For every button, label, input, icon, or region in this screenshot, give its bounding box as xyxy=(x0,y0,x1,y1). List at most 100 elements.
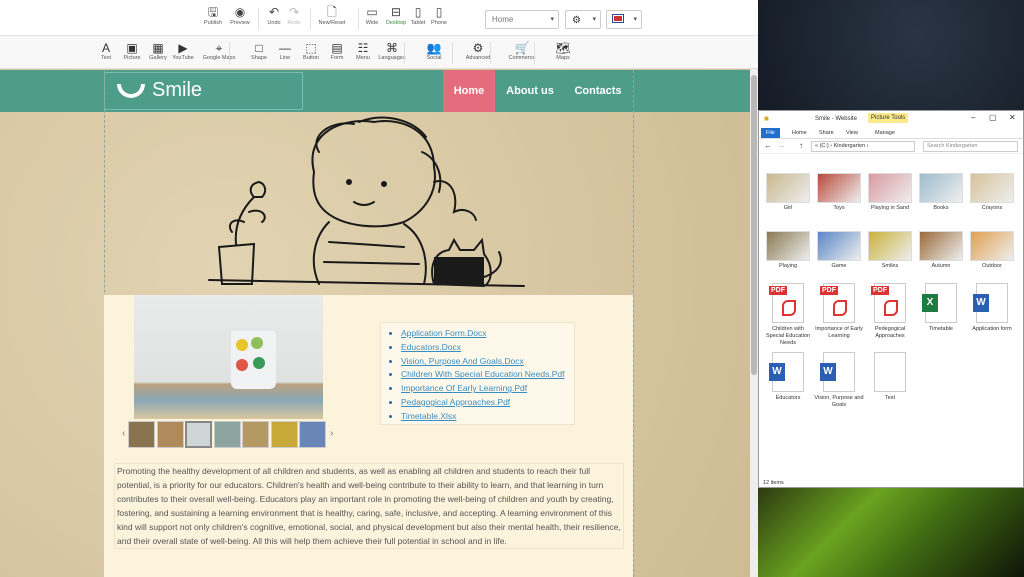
insert-youtube-button[interactable]: ▶ YouTube xyxy=(165,41,201,61)
file-item[interactable]: Crayons xyxy=(967,173,1017,212)
page-select[interactable]: Home ▾ xyxy=(485,10,559,29)
view-phone-button[interactable]: ▯ Phone xyxy=(419,5,459,26)
ribbon-tab-manage[interactable]: Manage xyxy=(870,128,900,138)
youtube-icon: ▶ xyxy=(178,41,188,55)
language-dropdown[interactable]: ▾ xyxy=(606,10,642,29)
image-thumbnail-icon xyxy=(970,173,1014,203)
document-link[interactable]: Educators.Docx xyxy=(401,342,461,352)
document-list-item: Importance Of Early Learning.Pdf xyxy=(401,382,564,396)
ribbon-tab-home[interactable]: Home xyxy=(787,128,812,138)
search-box[interactable]: Search Kindergarten xyxy=(923,141,1018,152)
nav-about-us[interactable]: About us xyxy=(500,70,560,112)
intro-paragraph[interactable]: Promoting the healthy development of all… xyxy=(114,463,624,549)
forward-icon[interactable]: → xyxy=(777,141,785,150)
image-thumbnail-icon xyxy=(868,173,912,203)
insert-label: Languages xyxy=(378,55,406,61)
image-thumbnail-icon xyxy=(766,173,810,203)
new-reset-button[interactable]: 🗋 New/Reset xyxy=(312,5,352,26)
file-item[interactable]: Smiles xyxy=(865,231,915,270)
file-item[interactable]: Books xyxy=(916,173,966,212)
toolbar-divider xyxy=(452,42,453,64)
document-link[interactable]: Timetable.Xlsx xyxy=(401,411,456,421)
up-icon[interactable]: ↑ xyxy=(799,141,803,150)
gallery-thumbnail[interactable] xyxy=(299,421,326,448)
gallery-thumbnail[interactable] xyxy=(185,421,212,448)
file-item[interactable]: Game xyxy=(814,231,864,270)
nav-contacts[interactable]: Contacts xyxy=(568,70,628,112)
file-item[interactable]: PDF Pedegogical Approaches xyxy=(865,283,915,340)
picture-tools-tab[interactable]: Picture Tools xyxy=(868,113,909,123)
document-link[interactable]: Vision, Purpose And Goals.Docx xyxy=(401,356,524,366)
file-item[interactable]: Playing xyxy=(763,231,813,270)
document-link[interactable]: Children With Special Education Needs.Pd… xyxy=(401,369,564,379)
gallery-thumbnail[interactable] xyxy=(270,421,298,448)
insert-google-maps-button[interactable]: ⌖ Google Maps xyxy=(199,41,239,61)
ribbon-tab-share[interactable]: Share xyxy=(814,128,839,138)
insert-label: Form xyxy=(330,55,344,61)
file-item[interactable]: Outdoor xyxy=(967,231,1017,270)
scrollbar-thumb[interactable] xyxy=(751,75,757,375)
gallery-thumbnail[interactable] xyxy=(242,421,269,448)
top-toolbar: 🖫 Publish ◉ Preview ↶ Undo ↷ Redo 🗋 New/Reset… xyxy=(0,0,758,36)
insert-label: Commerce xyxy=(508,55,536,61)
address-bar[interactable]: « (C:) › Kindergarten › xyxy=(811,141,915,152)
toolbar-divider xyxy=(404,42,405,64)
document-list-item: Children With Special Education Needs.Pd… xyxy=(401,368,564,382)
file-label: Toys xyxy=(833,205,845,211)
document-link[interactable]: Pedagogical Approaches.Pdf xyxy=(401,397,510,407)
insert-toolbar: A Text ▣ Picture ▦ Gallery ▶ YouTube ⌖ Google Map… xyxy=(0,36,758,69)
file-label: Playing xyxy=(778,263,798,269)
file-label: Pedegogical Approaches xyxy=(874,326,906,339)
file-label: Smiles xyxy=(881,263,899,269)
file-label: Playing in Sand xyxy=(870,205,910,211)
insert-label: Line xyxy=(279,55,291,61)
file-item[interactable]: W Educators xyxy=(763,352,813,402)
site-logo-text[interactable]: Smile xyxy=(152,79,202,102)
gallery-main-image[interactable] xyxy=(134,295,323,419)
file-item[interactable]: Text xyxy=(865,352,915,402)
ribbon-tab-file[interactable]: File xyxy=(761,128,780,138)
gallery-thumbnail[interactable] xyxy=(128,421,155,448)
word-file-icon: W xyxy=(769,352,804,392)
pdf-file-icon: PDF xyxy=(769,283,804,323)
file-label: Crayons xyxy=(981,205,1003,211)
gallery-thumbnail[interactable] xyxy=(156,421,184,448)
hero-illustration[interactable] xyxy=(104,112,633,295)
close-button[interactable]: ✕ xyxy=(1009,113,1016,122)
word-file-icon: W xyxy=(820,352,855,392)
nav-home[interactable]: Home xyxy=(443,70,495,112)
map-icon: 🗺 xyxy=(555,41,571,55)
word-file-icon: W xyxy=(973,283,1008,323)
back-icon[interactable]: ← xyxy=(764,141,772,150)
file-item[interactable]: PDF Importance of Early Learning xyxy=(814,283,864,340)
document-link[interactable]: Application Form.Docx xyxy=(401,328,487,338)
insert-maps-button[interactable]: 🗺 Maps xyxy=(545,41,581,61)
file-item[interactable]: Toys xyxy=(814,173,864,212)
gallery-next-arrow[interactable]: › xyxy=(330,428,333,439)
file-item[interactable]: Autumn xyxy=(916,231,966,270)
file-item[interactable]: W Application form xyxy=(967,283,1017,333)
file-label: Girl xyxy=(783,205,793,211)
document-link[interactable]: Importance Of Early Learning.Pdf xyxy=(401,383,527,393)
image-thumbnail-icon xyxy=(817,231,861,261)
file-item[interactable]: W Vision, Purpose and Goals xyxy=(814,352,864,409)
file-label: Outdoor xyxy=(982,263,1002,269)
status-bar: 12 items xyxy=(763,480,784,486)
pdf-file-icon: PDF xyxy=(820,283,855,323)
image-thumbnail-icon xyxy=(970,231,1014,261)
file-item[interactable]: X Timetable xyxy=(916,283,966,333)
minimize-button[interactable]: – xyxy=(971,113,975,122)
maximize-button[interactable]: ▢ xyxy=(989,113,997,122)
redo-button[interactable]: ↷ Redo xyxy=(274,5,314,26)
file-item[interactable]: Girl xyxy=(763,173,813,212)
file-item[interactable]: PDF Children with Special Education Needs xyxy=(763,283,813,347)
explorer-titlebar: ■ Smile - Website Picture Tools – ▢ ✕ xyxy=(759,111,1023,127)
smiley-dot xyxy=(236,359,248,371)
gallery-prev-arrow[interactable]: ‹ xyxy=(122,428,125,439)
desktop-background-tent xyxy=(758,488,1024,577)
settings-dropdown[interactable]: ⚙ ▾ xyxy=(565,10,601,29)
insert-social-button[interactable]: 👥 Social xyxy=(416,41,452,61)
gallery-thumbnail[interactable] xyxy=(213,421,241,448)
file-item[interactable]: Playing in Sand xyxy=(865,173,915,212)
ribbon-tab-view[interactable]: View xyxy=(841,128,863,138)
